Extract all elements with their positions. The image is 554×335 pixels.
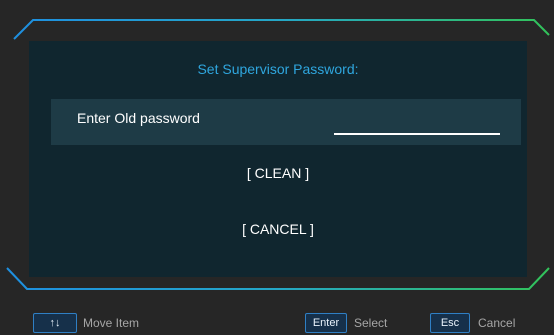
password-dialog: Set Supervisor Password: Enter Old passw… bbox=[29, 41, 527, 277]
move-item-hint: Move Item bbox=[83, 316, 140, 330]
old-password-row[interactable]: Enter Old password bbox=[51, 99, 521, 145]
arrow-keys-icon[interactable]: ↑↓ bbox=[33, 313, 77, 333]
enter-key-button[interactable]: Enter bbox=[305, 313, 347, 333]
select-hint: Select bbox=[354, 316, 388, 330]
cancel-hint: Cancel bbox=[478, 316, 516, 330]
old-password-label: Enter Old password bbox=[77, 110, 200, 126]
esc-key-button[interactable]: Esc bbox=[430, 313, 470, 333]
old-password-field[interactable] bbox=[334, 111, 500, 135]
dialog-title: Set Supervisor Password: bbox=[197, 61, 359, 77]
footer-hints: ↑↓ Move Item Enter Select Esc Cancel bbox=[0, 310, 554, 335]
cancel-button[interactable]: [ CANCEL ] bbox=[29, 221, 527, 237]
clean-button[interactable]: [ CLEAN ] bbox=[29, 165, 527, 181]
